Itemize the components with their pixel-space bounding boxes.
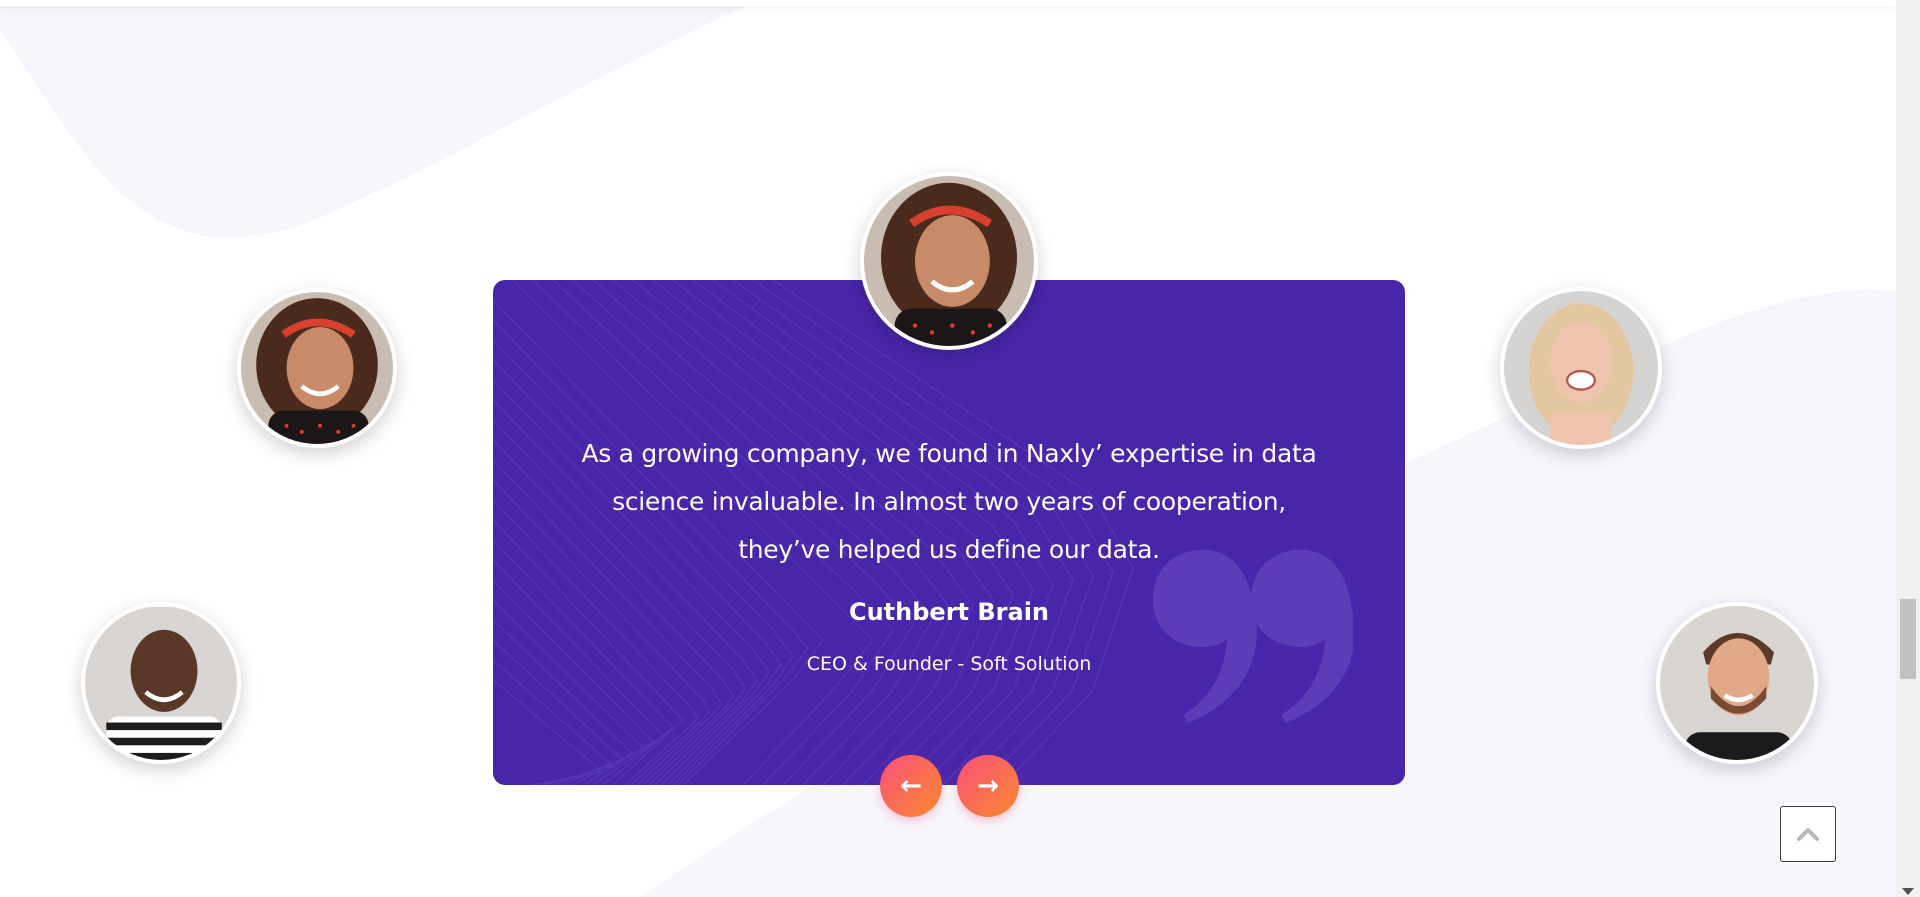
next-testimonial-button[interactable]: → [957, 755, 1019, 817]
back-to-top-button[interactable] [1780, 806, 1836, 862]
previous-testimonial-button[interactable]: ← [880, 755, 942, 817]
scrollbar-thumb[interactable] [1900, 599, 1916, 679]
header-bar-edge [0, 0, 1896, 6]
avatar-right-top[interactable] [1500, 287, 1662, 449]
woman-curly-hair-photo [864, 176, 1034, 346]
arrow-left-icon: ← [900, 771, 922, 801]
avatar-right-bottom[interactable] [1656, 602, 1818, 764]
avatar-left-bottom[interactable] [81, 602, 241, 764]
scroll-down-arrow-icon[interactable] [1902, 888, 1914, 895]
woman-curly-hair-photo [241, 292, 393, 444]
man-striped-shirt-photo [85, 607, 237, 760]
chevron-up-icon [1797, 828, 1819, 841]
avatar-active[interactable] [860, 172, 1038, 350]
testimonial-quote: As a growing company, we found in Naxly’… [581, 439, 1317, 564]
bearded-man-photo [1660, 606, 1814, 760]
page-scrollbar[interactable] [1896, 0, 1920, 897]
testimonial-card: As a growing company, we found in Naxly’… [493, 280, 1405, 785]
testimonial-section: As a growing company, we found in Naxly’… [0, 0, 1920, 897]
arrow-right-icon: → [977, 771, 999, 801]
blonde-woman-photo [1504, 291, 1658, 445]
testimonial-author-name: Cuthbert Brain [848, 598, 1049, 626]
avatar-left-top[interactable] [237, 288, 397, 448]
testimonial-author-role: CEO & Founder - Soft Solution [806, 653, 1092, 675]
